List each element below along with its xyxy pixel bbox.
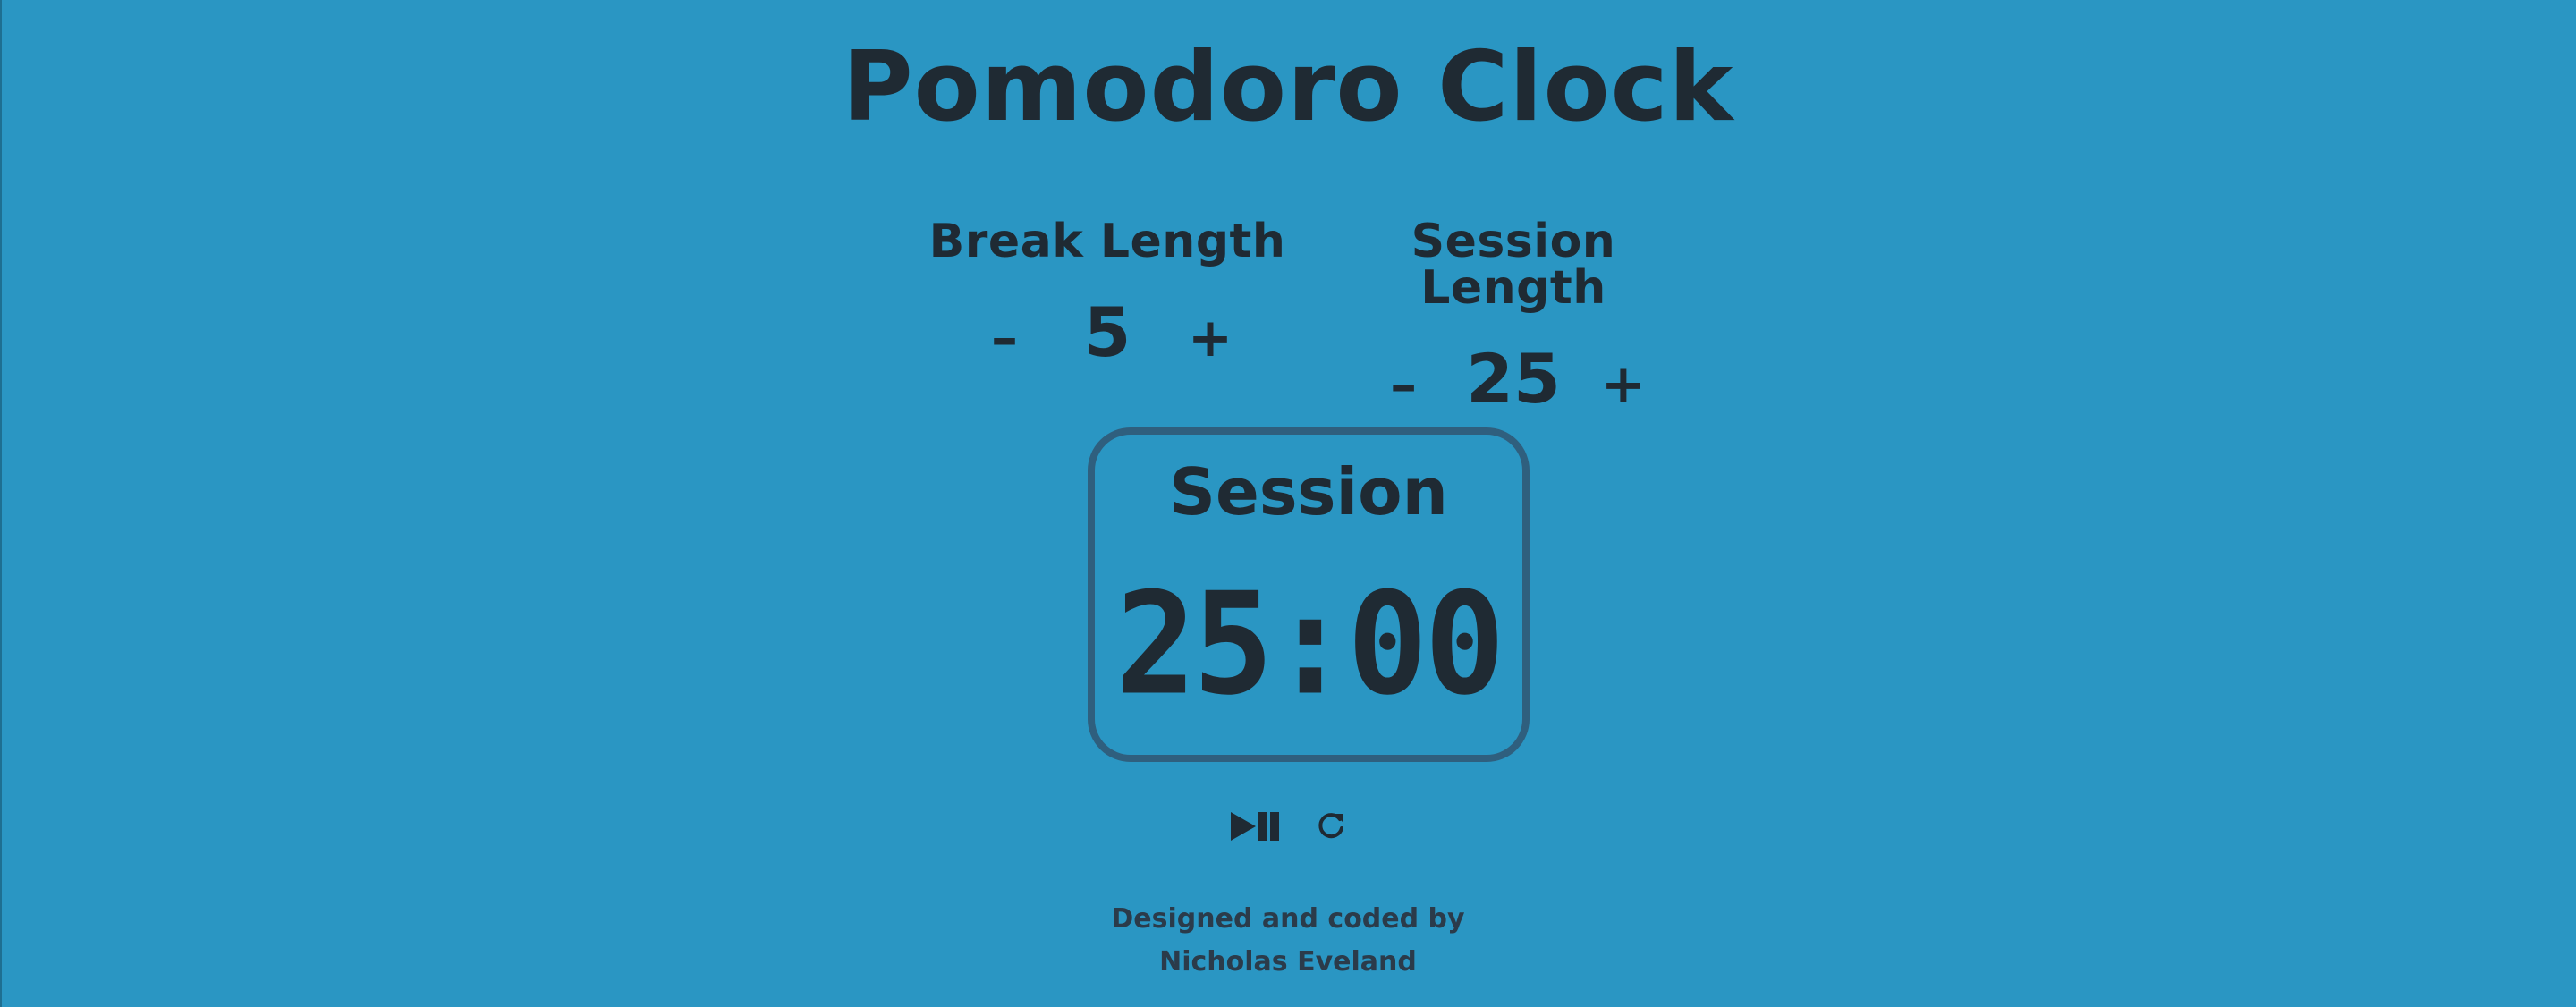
footer-author: Nicholas Eveland (1159, 946, 1417, 977)
session-length-label: Session Length (1411, 215, 1616, 315)
timer-panel: Session 25:00 (1088, 427, 1530, 762)
break-length-controls: – 5 + (919, 299, 1295, 367)
session-decrement-button[interactable]: – (1377, 358, 1430, 411)
start-stop-button[interactable] (1229, 810, 1283, 842)
session-length-value: 25 (1466, 339, 1561, 419)
session-length-controls: – 25 + (1326, 345, 1701, 413)
break-length-control: Break Length – 5 + (919, 218, 1295, 367)
timer-display: 25:00 (1115, 563, 1505, 727)
break-decrement-button[interactable]: – (978, 311, 1031, 365)
session-length-control: Session Length – 25 + (1326, 218, 1701, 413)
timer-actions (0, 810, 2576, 842)
break-length-value: 5 (1083, 292, 1131, 372)
session-increment-button[interactable]: + (1597, 358, 1650, 411)
refresh-icon (1318, 813, 1343, 839)
left-edge-divider (0, 0, 2, 1007)
timer-label: Session (1169, 454, 1448, 529)
footer-line-1: Designed and coded by (1111, 903, 1465, 935)
play-pause-icon (1231, 812, 1279, 841)
page-title: Pomodoro Clock (842, 31, 1734, 143)
reset-button[interactable] (1315, 810, 1347, 842)
break-length-label: Break Length (928, 215, 1286, 268)
break-increment-button[interactable]: + (1183, 311, 1237, 365)
footer-credit: Designed and coded by Nicholas Eveland (0, 898, 2576, 984)
